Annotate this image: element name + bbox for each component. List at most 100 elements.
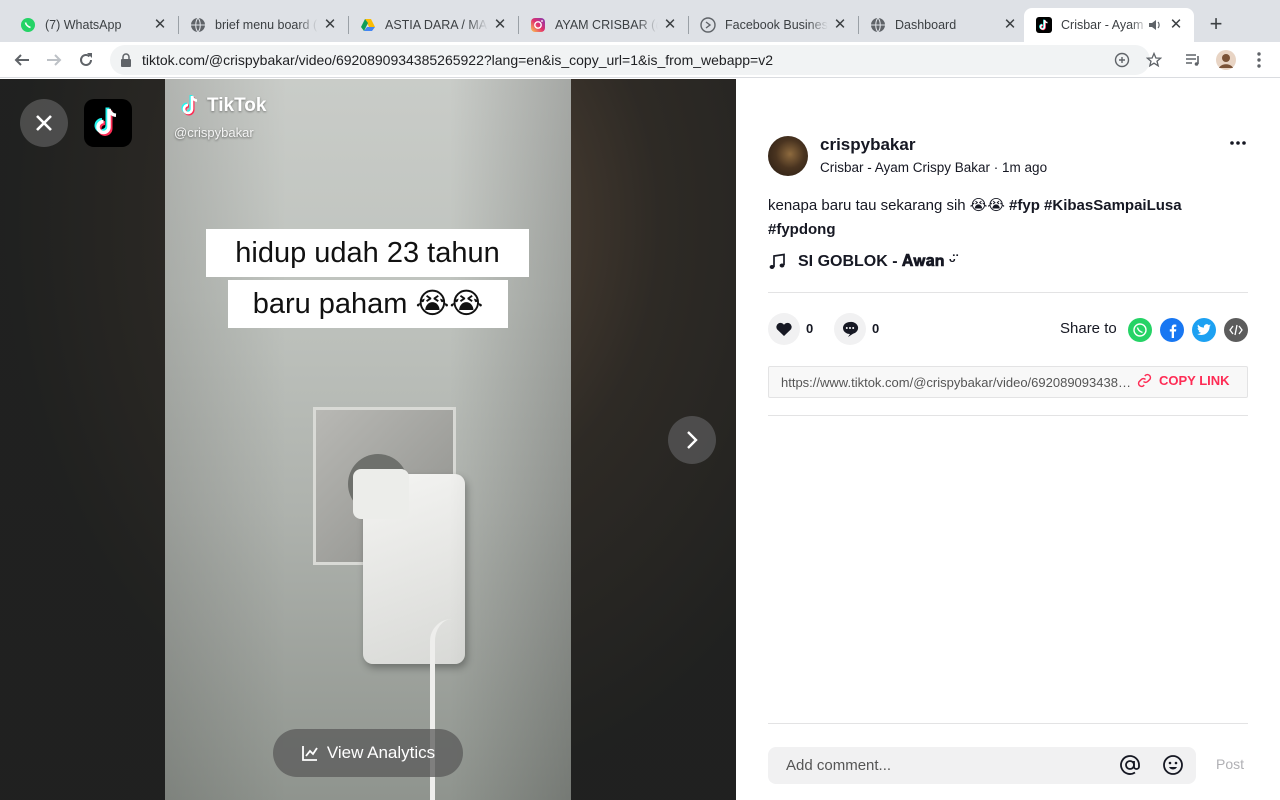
post-details-panel: crispybakar Crisbar - Ayam Crispy Bakar … [736,79,1280,800]
like-button[interactable] [768,313,800,345]
tiktok-watermark: TikTok [179,93,266,119]
post-time: 1m ago [1002,160,1048,175]
tab-close-icon[interactable]: ✕ [152,17,168,33]
author-username[interactable]: crispybakar [820,135,915,155]
facebook-business-icon [700,17,716,33]
playlist-icon [1186,54,1199,66]
new-tab-button[interactable]: + [1205,13,1227,35]
facebook-icon [1169,324,1177,338]
reload-button[interactable] [74,48,98,72]
add-icon[interactable] [1114,52,1130,68]
more-options-button[interactable] [1228,135,1248,153]
video-link-text: https://www.tiktok.com/@crispybakar/vide… [781,375,1131,390]
heart-icon [776,322,792,336]
emoji-icon[interactable] [1161,753,1185,777]
hashtag[interactable]: #fyp [1009,197,1040,214]
view-analytics-button[interactable]: View Analytics [273,729,463,777]
tab-title: Crisbar - Ayam [1061,18,1144,32]
share-embed-button[interactable] [1224,318,1248,342]
close-video-button[interactable] [20,99,68,147]
author-avatar[interactable] [768,136,808,176]
tab-title: (7) WhatsApp [45,18,122,32]
address-bar[interactable]: tiktok.com/@crispybakar/video/6920890934… [110,45,1162,75]
profile-avatar-icon [1216,50,1236,70]
tab-title: AYAM CRISBAR (@ [555,18,658,32]
instagram-icon [530,17,546,33]
browser-menu-button[interactable] [1247,48,1271,72]
comment-placeholder: Add comment... [786,757,892,774]
browser-toolbar: tiktok.com/@crispybakar/video/6920890934… [0,42,1280,78]
globe-icon [190,17,206,33]
tab-dashboard[interactable]: Dashboard ✕ [850,8,1028,42]
reload-icon [80,53,92,66]
media-control-button[interactable] [1181,48,1205,72]
tab-title: Dashboard [895,18,957,32]
whatsapp-icon [20,17,36,33]
forward-button[interactable] [42,48,66,72]
copy-link-button[interactable]: COPY LINK [1137,373,1230,388]
share-facebook-button[interactable] [1160,318,1184,342]
star-icon[interactable] [1146,52,1162,68]
author-display-name: Crisbar - Ayam Crispy Bakar [820,160,991,175]
tab-close-icon[interactable]: ✕ [662,17,678,33]
comment-icon [843,321,859,337]
tab-brief-menu-board[interactable]: brief menu board ( ✕ [170,8,348,42]
comment-input[interactable]: Add comment... [768,747,1196,784]
tab-facebook-business[interactable]: Facebook Busines ✕ [680,8,858,42]
globe-icon [870,17,886,33]
comment-count: 0 [872,321,880,336]
music-link[interactable]: SI GOBLOK - 𝐀𝐰𝐚𝐧 ᵕ̈ [768,253,956,271]
copy-link-label: COPY LINK [1159,373,1230,388]
tab-title: Facebook Busines [725,18,828,32]
back-button[interactable] [10,48,34,72]
tab-close-icon[interactable]: ✕ [832,17,848,33]
link-icon [1137,373,1152,388]
tab-astia-dara[interactable]: ASTIA DARA / MAI ✕ [340,8,518,42]
video-shade [165,79,571,800]
mention-icon[interactable] [1118,753,1142,777]
tab-crisbar-tiktok[interactable]: Crisbar - Ayam ✕ [1024,8,1194,42]
share-twitter-button[interactable] [1192,318,1216,342]
tiktok-logo-icon [181,95,198,116]
hashtag[interactable]: #KibasSampaiLusa [1044,197,1182,214]
embed-code-icon [1229,324,1243,336]
music-note-icon [769,253,785,269]
watermark-handle: @crispybakar [174,125,254,140]
tiktok-home-button[interactable] [84,99,132,147]
video-link-field[interactable]: https://www.tiktok.com/@crispybakar/vide… [768,366,1248,398]
more-vertical-icon [1257,52,1261,68]
video-player[interactable]: TikTok @crispybakar hidup udah 23 tahun … [165,79,571,800]
tab-whatsapp[interactable]: (7) WhatsApp ✕ [0,8,178,42]
share-label: Share to [1060,320,1117,337]
tab-close-icon[interactable]: ✕ [492,17,508,33]
speaker-icon[interactable] [1148,17,1164,33]
tab-close-icon[interactable]: ✕ [1168,17,1184,33]
arrow-left-icon [14,54,29,66]
chevron-right-icon [687,431,698,449]
next-video-button[interactable] [668,416,716,464]
author-subtitle: Crisbar - Ayam Crispy Bakar · 1m ago [820,160,1047,175]
like-count: 0 [806,321,814,336]
url-text: tiktok.com/@crispybakar/video/6920890934… [142,52,774,68]
comment-button[interactable] [834,313,866,345]
post-description: kenapa baru tau sekarang sih 😭😭 #fyp #Ki… [768,194,1238,242]
twitter-icon [1197,324,1211,336]
more-horizontal-icon [1230,141,1246,145]
google-drive-icon [360,17,376,33]
divider [768,292,1248,293]
video-caption-line2: baru paham 😭😭 [228,280,508,328]
whatsapp-icon [1133,323,1147,337]
hashtag[interactable]: #fypdong [768,221,836,238]
tab-strip: (7) WhatsApp ✕ brief menu board ( ✕ ASTI… [0,0,1280,42]
share-whatsapp-button[interactable] [1128,318,1152,342]
arrow-right-icon [47,54,62,66]
subtitle-separator: · [990,160,1003,175]
view-analytics-label: View Analytics [326,743,436,762]
post-comment-button[interactable]: Post [1216,756,1244,772]
lock-icon[interactable] [120,53,132,72]
tiktok-icon [1036,17,1052,33]
profile-avatar[interactable] [1214,48,1238,72]
tab-close-icon[interactable]: ✕ [322,17,338,33]
tab-close-icon[interactable]: ✕ [1002,17,1018,33]
tab-ayam-crisbar-instagram[interactable]: AYAM CRISBAR (@ ✕ [510,8,688,42]
